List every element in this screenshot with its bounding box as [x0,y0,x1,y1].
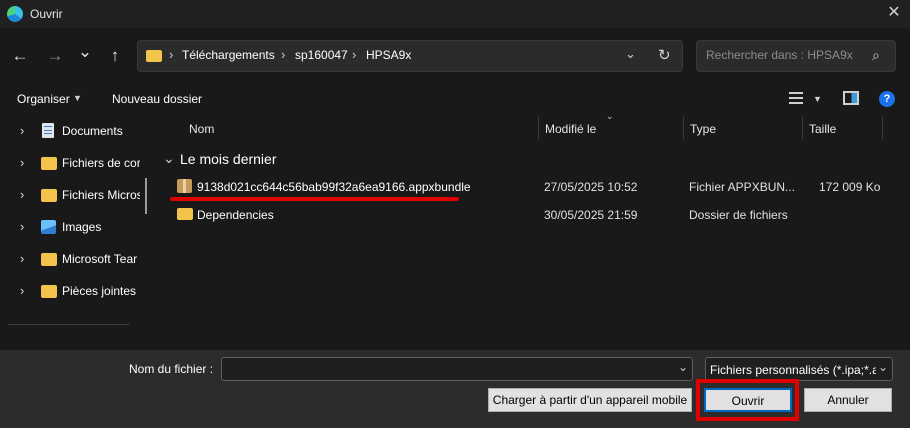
view-options-icon[interactable] [789,92,803,104]
organize-dropdown-icon[interactable]: ▼ [73,93,82,103]
new-folder-button[interactable]: Nouveau dossier [112,92,202,106]
sidebar-scrollbar[interactable] [145,178,147,214]
sidebar-item-label: Microsoft Tear [62,252,138,266]
sidebar-item-images[interactable]: › Images [0,213,145,243]
close-icon[interactable]: ✕ [884,3,904,23]
sidebar-divider [8,324,130,325]
image-icon [41,220,56,234]
breadcrumb-separator-icon: › [352,47,357,62]
sidebar-item-label: Documents [62,124,123,138]
file-type-filter-value: Fichiers personnalisés (*.ipa;*.ap [710,363,876,377]
file-type: Dossier de fichiers [689,208,788,222]
file-modified: 30/05/2025 21:59 [544,208,638,222]
column-header-size[interactable]: Taille [809,122,836,136]
file-name: 9138d021cc644c56bab99f32a6ea9166.appxbun… [197,180,471,194]
sidebar-item-label: Pièces jointes [62,284,137,298]
column-header-type[interactable]: Type [690,122,716,136]
sidebar-item-fichiers-micros[interactable]: › Fichiers Micros [0,181,145,211]
file-row[interactable]: 9138d021cc644c56bab99f32a6ea9166.appxbun… [160,176,890,198]
breadcrumb-separator-icon: › [169,47,174,62]
sidebar-item-pieces-jointes[interactable]: › Pièces jointes [0,277,145,307]
search-placeholder: Rechercher dans : HPSA9x [706,48,853,62]
column-divider [802,116,803,140]
column-header-modified[interactable]: Modifié le [545,122,596,136]
preview-pane-icon[interactable] [843,91,859,105]
address-dropdown-chevron-icon[interactable]: ⌄ [625,46,636,62]
search-icon[interactable]: ⌕ [872,47,880,64]
sort-descending-icon: ⌄ [606,111,614,121]
expand-chevron-icon[interactable]: › [20,123,30,138]
up-arrow-icon[interactable]: ↑ [103,44,127,68]
folder-icon [41,157,57,170]
sidebar-item-label: Fichiers de cor [62,156,140,170]
column-header-name[interactable]: Nom [189,122,214,136]
edge-logo-icon [7,6,23,22]
breadcrumb-item[interactable]: sp160047 [295,48,348,62]
file-row[interactable]: Dependencies 30/05/2025 21:59 Dossier de… [160,204,890,226]
document-icon [42,123,54,138]
sidebar-item-label: Fichiers Micros [62,188,140,202]
file-modified: 27/05/2025 10:52 [544,180,638,194]
package-icon [177,179,192,193]
load-from-mobile-button[interactable]: Charger à partir d'un appareil mobile [488,388,692,412]
cancel-button[interactable]: Annuler [804,388,892,412]
title-bar [0,0,910,28]
expand-chevron-icon[interactable]: › [20,219,30,234]
file-type: Fichier APPXBUN... [689,180,796,194]
refresh-icon[interactable]: ↻ [658,46,671,64]
folder-icon [41,189,57,202]
highlight-box [696,379,799,421]
column-divider [538,116,539,140]
column-divider [882,116,883,140]
filter-dropdown-chevron-icon[interactable]: ⌄ [878,360,888,374]
file-type-filter-select[interactable]: Fichiers personnalisés (*.ipa;*.ap ⌄ [705,357,893,381]
sidebar-item-documents[interactable]: › Documents [0,117,145,147]
expand-chevron-icon[interactable]: › [20,155,30,170]
view-dropdown-icon[interactable]: ▼ [813,94,822,104]
forward-arrow-icon[interactable]: → [43,44,67,68]
sidebar-item-label: Images [62,220,102,234]
sidebar-item-fichiers-cor[interactable]: › Fichiers de cor [0,149,145,179]
file-size: 172 009 Ko [819,180,881,194]
expand-chevron-icon[interactable]: › [20,187,30,202]
recent-locations-chevron-icon[interactable]: ⌄ [73,40,97,64]
folder-icon [146,50,162,62]
group-header[interactable]: Le mois dernier [180,151,277,167]
sidebar-item-microsoft-teams[interactable]: › Microsoft Tear [0,245,145,275]
column-divider [683,116,684,140]
window-title: Ouvrir [30,7,63,21]
breadcrumb-separator-icon: › [281,47,286,62]
expand-chevron-icon[interactable]: › [20,283,30,298]
breadcrumb-item[interactable]: Téléchargements [182,48,275,62]
filename-dropdown-chevron-icon[interactable]: ⌄ [678,360,688,374]
organize-button[interactable]: Organiser [17,92,70,106]
folder-icon [177,208,193,220]
group-collapse-chevron-icon[interactable]: ⌄ [163,150,175,167]
folder-icon [41,285,57,298]
breadcrumb-item[interactable]: HPSA9x [366,48,411,62]
expand-chevron-icon[interactable]: › [20,251,30,266]
filename-input[interactable]: ⌄ [221,357,693,381]
help-icon[interactable]: ? [879,91,895,107]
filename-label: Nom du fichier : [129,362,214,376]
folder-icon [41,253,57,266]
highlight-underline [170,197,459,201]
file-name: Dependencies [197,208,274,222]
back-arrow-icon[interactable]: ← [8,44,32,68]
